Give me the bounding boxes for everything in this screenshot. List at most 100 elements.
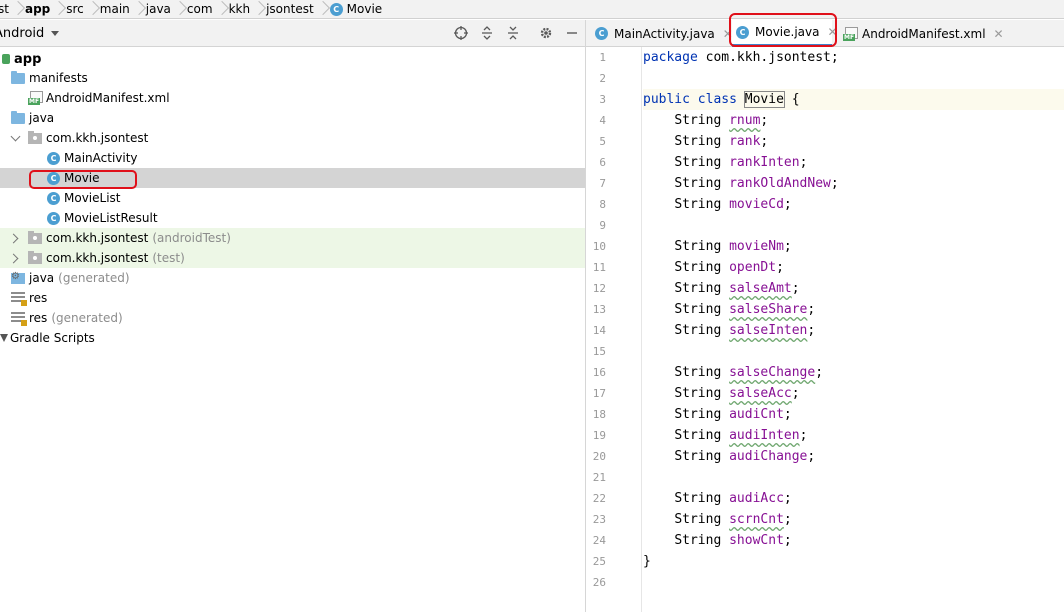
tree-item-package-test[interactable]: com.kkh.jsontest (test) (0, 248, 585, 268)
semicolon: ; (799, 428, 808, 443)
tab-label: MainActivity.java (614, 26, 715, 41)
line-number: 8 (599, 198, 606, 211)
breadcrumb-item-com[interactable]: com (183, 2, 217, 16)
line-number: 3 (599, 93, 606, 106)
brace: } (643, 554, 651, 569)
line-number: 25 (592, 555, 606, 568)
type: String (674, 533, 722, 548)
tree-item-androidmanifest[interactable]: AndroidManifest.xml (0, 88, 585, 108)
tree-item-movielistresult[interactable]: C MovieListResult (0, 208, 585, 228)
line-number: 2 (599, 72, 606, 85)
breadcrumb-item-jsontest[interactable]: jsontest (262, 2, 318, 16)
class-icon: C (47, 211, 60, 225)
tree-item-res[interactable]: res (0, 288, 585, 308)
project-panel-header: Android (0, 20, 585, 47)
type: String (674, 512, 722, 527)
line-number: 20 (592, 450, 606, 463)
close-icon[interactable]: ✕ (994, 27, 1004, 41)
app-module-icon (2, 54, 10, 64)
keyword: class (697, 92, 737, 107)
tree-item-res-generated[interactable]: res (generated) (0, 308, 585, 328)
tree-item-movielist[interactable]: C MovieList (0, 188, 585, 208)
semicolon: ; (776, 260, 784, 275)
code-line: String salseAmt; (643, 278, 1064, 299)
folder-icon (11, 110, 25, 124)
tree-item-java[interactable]: java (0, 108, 585, 128)
breadcrumb-label: main (99, 2, 130, 16)
breadcrumb-separator (134, 0, 142, 18)
breadcrumb-item-kkh[interactable]: kkh (225, 2, 255, 16)
keyword: public (643, 92, 690, 107)
expand-all-icon[interactable] (479, 25, 495, 41)
tree-item-gradle-scripts[interactable]: Gradle Scripts (0, 328, 585, 348)
semicolon: ; (791, 281, 800, 296)
semicolon: ; (783, 407, 792, 422)
package-icon (28, 230, 42, 244)
tab-highlight-annotation (729, 13, 837, 47)
type: String (674, 407, 722, 422)
tree-item-mainactivity[interactable]: C MainActivity (0, 148, 585, 168)
field-name: movieCd (729, 197, 784, 212)
breadcrumb-item-movie[interactable]: C Movie (329, 2, 387, 16)
tree-item-package-androidtest[interactable]: com.kkh.jsontest (androidTest) (0, 228, 585, 248)
type: String (674, 302, 722, 317)
breadcrumb-item-app[interactable]: app (21, 2, 54, 16)
line-number: 22 (592, 492, 606, 505)
line-number: 17 (592, 387, 606, 400)
field-name: rank (729, 134, 761, 149)
breadcrumb-item-main[interactable]: main (96, 2, 134, 16)
code-editor[interactable]: package com.kkh.jsontest; public class M… (643, 47, 1064, 612)
project-view-select[interactable]: Android (0, 26, 60, 41)
tree-item-java-generated[interactable]: java (generated) (0, 268, 585, 288)
breadcrumb-separator (13, 0, 21, 18)
type: String (674, 113, 722, 128)
package-name: com.kkh.jsontest; (697, 50, 839, 65)
line-number: 26 (592, 576, 606, 589)
line-number: 12 (592, 282, 606, 295)
code-line: String audiAcc; (643, 488, 1064, 509)
chevron-right-icon[interactable] (10, 233, 20, 243)
minimize-icon[interactable] (564, 25, 580, 41)
tab-mainactivity[interactable]: C MainActivity.java ✕ (595, 20, 733, 47)
breadcrumb-label: com (186, 2, 213, 16)
tree-item-app[interactable]: app (0, 49, 585, 69)
tree-item-suffix: (test) (152, 251, 185, 265)
tree-item-label: manifests (29, 71, 88, 85)
breadcrumb-item-java[interactable]: java (142, 2, 175, 16)
semicolon: ; (760, 113, 769, 128)
gear-icon[interactable] (538, 25, 554, 41)
line-number-gutter[interactable]: 1 2 3 4 5 6 7 8 9 10 11 12 13 14 15 16 1… (586, 47, 642, 612)
collapse-all-icon[interactable] (505, 25, 521, 41)
code-line: package com.kkh.jsontest; (643, 47, 1064, 68)
line-number: 23 (592, 513, 606, 526)
type: String (674, 323, 722, 338)
tree-item-manifests[interactable]: manifests (0, 68, 585, 88)
line-number: 5 (599, 135, 606, 148)
tree-item-label: MovieList (64, 191, 121, 205)
code-line: String scrnCnt; (643, 509, 1064, 530)
type: String (674, 386, 722, 401)
tree-item-package[interactable]: com.kkh.jsontest (0, 128, 585, 148)
code-line: String rankOldAndNew; (643, 173, 1064, 194)
manifest-file-icon (28, 91, 43, 105)
breadcrumb-label: java (145, 2, 171, 16)
code-line: } (643, 551, 1064, 572)
tree-item-label: app (14, 51, 42, 67)
locate-target-icon[interactable] (453, 25, 469, 41)
chevron-down-icon[interactable] (11, 133, 21, 143)
breadcrumb-label: kkh (228, 2, 251, 16)
type: String (674, 281, 722, 296)
package-icon (28, 250, 42, 264)
semicolon: ; (783, 533, 792, 548)
tab-androidmanifest[interactable]: AndroidManifest.xml ✕ (843, 20, 1004, 47)
line-number: 16 (592, 366, 606, 379)
breadcrumb-separator (318, 0, 326, 18)
field-name: salseInten (729, 323, 808, 338)
code-line: String movieNm; (643, 236, 1064, 257)
chevron-right-icon[interactable] (10, 253, 20, 263)
code-line: String salseAcc; (643, 383, 1064, 404)
breadcrumb-separator (88, 0, 96, 18)
breadcrumb-item-src[interactable]: src (62, 2, 88, 16)
tree-item-label: Gradle Scripts (10, 331, 95, 345)
folder-icon (11, 70, 25, 84)
